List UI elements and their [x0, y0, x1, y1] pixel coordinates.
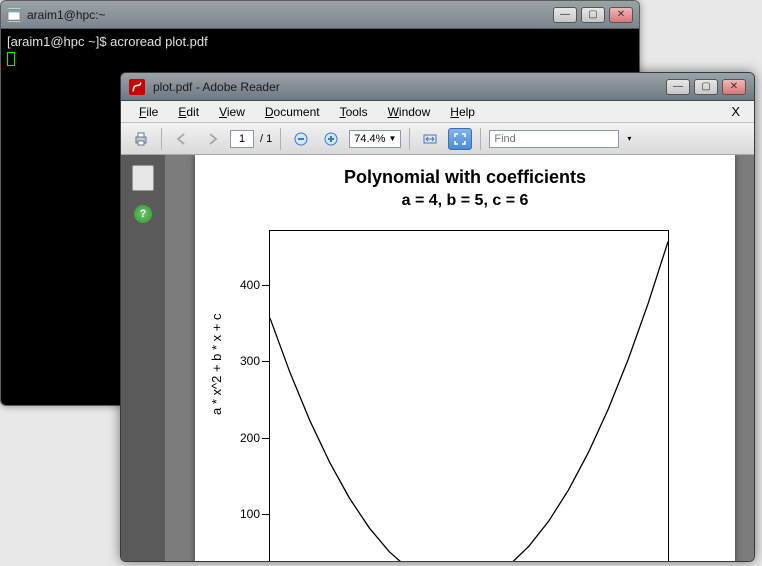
y-tick-label: 400: [230, 278, 260, 292]
reader-maximize-button[interactable]: ▢: [694, 79, 718, 95]
next-page-button[interactable]: [200, 127, 224, 151]
pages-panel-icon[interactable]: [132, 165, 154, 191]
menu-file[interactable]: File: [131, 103, 166, 121]
nav-pane: ?: [121, 155, 165, 561]
zoom-value-box[interactable]: 74.4% ▼: [349, 130, 401, 148]
fit-page-button[interactable]: [448, 128, 472, 150]
terminal-maximize-button[interactable]: ▢: [581, 7, 605, 23]
terminal-prompt: [araim1@hpc ~]$: [7, 34, 110, 49]
pdf-page: Polynomial with coefficients a = 4, b = …: [195, 155, 735, 561]
chart-subtitle: a = 4, b = 5, c = 6: [209, 192, 721, 210]
reader-close-button[interactable]: ✕: [722, 79, 746, 95]
terminal-title: araim1@hpc:~: [27, 8, 547, 22]
menu-close-doc[interactable]: X: [731, 104, 744, 119]
menu-window[interactable]: Window: [380, 103, 439, 121]
terminal-app-icon: [7, 8, 21, 22]
chevron-down-icon: ▼: [388, 134, 396, 143]
terminal-cursor: [7, 52, 15, 66]
document-area[interactable]: Polynomial with coefficients a = 4, b = …: [165, 155, 754, 561]
y-tick: [262, 285, 270, 286]
terminal-minimize-button[interactable]: —: [553, 7, 577, 23]
reader-title: plot.pdf - Adobe Reader: [153, 80, 658, 94]
terminal-titlebar[interactable]: araim1@hpc:~ — ▢ ✕: [1, 1, 639, 29]
page-total-label: / 1: [260, 133, 272, 145]
terminal-close-button[interactable]: ✕: [609, 7, 633, 23]
y-tick-label: 100: [230, 507, 260, 521]
prev-page-button[interactable]: [170, 127, 194, 151]
zoom-out-button[interactable]: [289, 127, 313, 151]
chart-plot-area: 100200300400: [269, 230, 669, 561]
zoom-in-button[interactable]: [319, 127, 343, 151]
print-button[interactable]: [129, 127, 153, 151]
reader-minimize-button[interactable]: —: [666, 79, 690, 95]
reader-titlebar[interactable]: plot.pdf - Adobe Reader — ▢ ✕: [121, 73, 754, 101]
y-tick-label: 200: [230, 431, 260, 445]
chart-title: Polynomial with coefficients: [209, 167, 721, 188]
menu-view[interactable]: View: [211, 103, 253, 121]
menu-tools[interactable]: Tools: [332, 103, 376, 121]
help-icon[interactable]: ?: [134, 205, 152, 223]
menu-help[interactable]: Help: [442, 103, 483, 121]
y-tick: [262, 514, 270, 515]
y-tick: [262, 361, 270, 362]
terminal-command: acroread plot.pdf: [110, 34, 208, 49]
page-number-input[interactable]: [230, 130, 254, 148]
y-tick: [262, 438, 270, 439]
chart-line: [270, 231, 668, 561]
pdf-app-icon: [129, 79, 145, 95]
menu-bar: File Edit View Document Tools Window Hel…: [121, 101, 754, 123]
menu-edit[interactable]: Edit: [170, 103, 207, 121]
find-input[interactable]: [489, 130, 619, 148]
y-tick-label: 300: [230, 354, 260, 368]
find-dropdown-icon[interactable]: ▾: [627, 134, 631, 143]
fit-width-button[interactable]: [418, 127, 442, 151]
toolbar: / 1 74.4% ▼ ▾: [121, 123, 754, 155]
menu-document[interactable]: Document: [257, 103, 328, 121]
zoom-value: 74.4%: [354, 133, 385, 145]
y-axis-label: a * x^2 + b * x + c: [209, 314, 224, 416]
reader-window: plot.pdf - Adobe Reader — ▢ ✕ File Edit …: [120, 72, 755, 562]
